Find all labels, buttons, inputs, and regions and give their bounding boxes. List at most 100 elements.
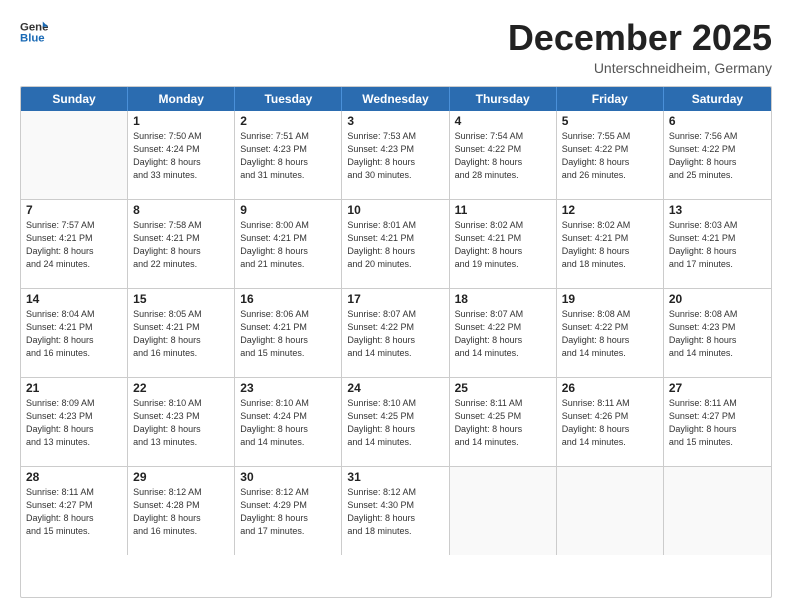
day-cell-28: 28 Sunrise: 8:11 AM Sunset: 4:27 PM Dayli… xyxy=(21,467,128,555)
day-number: 11 xyxy=(455,203,551,217)
day-cell-17: 17 Sunrise: 8:07 AM Sunset: 4:22 PM Dayli… xyxy=(342,289,449,377)
day-cell-20: 20 Sunrise: 8:08 AM Sunset: 4:23 PM Dayli… xyxy=(664,289,771,377)
logo: General Blue xyxy=(20,18,48,46)
day-number: 26 xyxy=(562,381,658,395)
calendar-week-5: 28 Sunrise: 8:11 AM Sunset: 4:27 PM Dayli… xyxy=(21,467,771,555)
day-cell-21: 21 Sunrise: 8:09 AM Sunset: 4:23 PM Dayli… xyxy=(21,378,128,466)
day-info: Sunrise: 7:55 AM Sunset: 4:22 PM Dayligh… xyxy=(562,130,658,182)
day-cell-11: 11 Sunrise: 8:02 AM Sunset: 4:21 PM Dayli… xyxy=(450,200,557,288)
header-day-monday: Monday xyxy=(128,87,235,111)
day-cell-19: 19Sunrise: 8:08 AM Sunset: 4:22 PM Dayli… xyxy=(557,289,664,377)
day-cell-26: 26Sunrise: 8:11 AM Sunset: 4:26 PM Dayli… xyxy=(557,378,664,466)
header-day-thursday: Thursday xyxy=(450,87,557,111)
day-cell-5: 5 Sunrise: 7:55 AM Sunset: 4:22 PM Daylig… xyxy=(557,111,664,199)
header-day-wednesday: Wednesday xyxy=(342,87,449,111)
day-cell-empty xyxy=(450,467,557,555)
day-cell-8: 8 Sunrise: 7:58 AM Sunset: 4:21 PM Daylig… xyxy=(128,200,235,288)
day-number: 7 xyxy=(26,203,122,217)
header-day-saturday: Saturday xyxy=(664,87,771,111)
day-cell-27: 27 Sunrise: 8:11 AM Sunset: 4:27 PM Dayli… xyxy=(664,378,771,466)
day-number: 20 xyxy=(669,292,766,306)
day-info: Sunrise: 8:08 AM Sunset: 4:23 PM Dayligh… xyxy=(669,308,766,360)
day-info: Sunrise: 8:09 AM Sunset: 4:23 PM Dayligh… xyxy=(26,397,122,449)
day-info: Sunrise: 8:11 AM Sunset: 4:25 PM Dayligh… xyxy=(455,397,551,449)
day-cell-13: 13 Sunrise: 8:03 AM Sunset: 4:21 PM Dayli… xyxy=(664,200,771,288)
day-info: Sunrise: 8:06 AM Sunset: 4:21 PM Dayligh… xyxy=(240,308,336,360)
day-cell-2: 2Sunrise: 7:51 AM Sunset: 4:23 PM Daylig… xyxy=(235,111,342,199)
day-cell-24: 24 Sunrise: 8:10 AM Sunset: 4:25 PM Dayli… xyxy=(342,378,449,466)
day-info: Sunrise: 8:02 AM Sunset: 4:21 PM Dayligh… xyxy=(455,219,551,271)
calendar-week-1: 1 Sunrise: 7:50 AM Sunset: 4:24 PM Daylig… xyxy=(21,111,771,200)
day-cell-empty xyxy=(664,467,771,555)
page: General Blue December 2025 Unterschneidh… xyxy=(0,0,792,612)
day-cell-1: 1 Sunrise: 7:50 AM Sunset: 4:24 PM Daylig… xyxy=(128,111,235,199)
day-cell-6: 6Sunrise: 7:56 AM Sunset: 4:22 PM Daylig… xyxy=(664,111,771,199)
day-cell-23: 23 Sunrise: 8:10 AM Sunset: 4:24 PM Dayli… xyxy=(235,378,342,466)
day-info: Sunrise: 8:00 AM Sunset: 4:21 PM Dayligh… xyxy=(240,219,336,271)
calendar: SundayMondayTuesdayWednesdayThursdayFrid… xyxy=(20,86,772,598)
day-number: 8 xyxy=(133,203,229,217)
day-number: 23 xyxy=(240,381,336,395)
day-number: 28 xyxy=(26,470,122,484)
calendar-body: 1 Sunrise: 7:50 AM Sunset: 4:24 PM Daylig… xyxy=(21,111,771,555)
day-number: 9 xyxy=(240,203,336,217)
day-info: Sunrise: 8:04 AM Sunset: 4:21 PM Dayligh… xyxy=(26,308,122,360)
day-info: Sunrise: 7:50 AM Sunset: 4:24 PM Dayligh… xyxy=(133,130,229,182)
title-block: December 2025 Unterschneidheim, Germany xyxy=(508,18,772,76)
day-info: Sunrise: 8:03 AM Sunset: 4:21 PM Dayligh… xyxy=(669,219,766,271)
calendar-week-2: 7 Sunrise: 7:57 AM Sunset: 4:21 PM Daylig… xyxy=(21,200,771,289)
day-cell-30: 30 Sunrise: 8:12 AM Sunset: 4:29 PM Dayli… xyxy=(235,467,342,555)
day-number: 3 xyxy=(347,114,443,128)
day-cell-29: 29Sunrise: 8:12 AM Sunset: 4:28 PM Dayli… xyxy=(128,467,235,555)
day-cell-16: 16 Sunrise: 8:06 AM Sunset: 4:21 PM Dayli… xyxy=(235,289,342,377)
day-number: 18 xyxy=(455,292,551,306)
day-number: 17 xyxy=(347,292,443,306)
day-info: Sunrise: 8:07 AM Sunset: 4:22 PM Dayligh… xyxy=(455,308,551,360)
day-info: Sunrise: 8:10 AM Sunset: 4:24 PM Dayligh… xyxy=(240,397,336,449)
location-subtitle: Unterschneidheim, Germany xyxy=(508,60,772,76)
day-info: Sunrise: 8:11 AM Sunset: 4:27 PM Dayligh… xyxy=(26,486,122,538)
day-info: Sunrise: 8:12 AM Sunset: 4:28 PM Dayligh… xyxy=(133,486,229,538)
day-info: Sunrise: 8:01 AM Sunset: 4:21 PM Dayligh… xyxy=(347,219,443,271)
header-day-tuesday: Tuesday xyxy=(235,87,342,111)
day-cell-15: 15Sunrise: 8:05 AM Sunset: 4:21 PM Dayli… xyxy=(128,289,235,377)
day-number: 31 xyxy=(347,470,443,484)
month-title: December 2025 xyxy=(508,18,772,58)
day-number: 4 xyxy=(455,114,551,128)
day-cell-empty xyxy=(21,111,128,199)
day-cell-7: 7 Sunrise: 7:57 AM Sunset: 4:21 PM Daylig… xyxy=(21,200,128,288)
day-number: 16 xyxy=(240,292,336,306)
day-info: Sunrise: 8:08 AM Sunset: 4:22 PM Dayligh… xyxy=(562,308,658,360)
day-number: 27 xyxy=(669,381,766,395)
day-cell-3: 3Sunrise: 7:53 AM Sunset: 4:23 PM Daylig… xyxy=(342,111,449,199)
day-cell-22: 22 Sunrise: 8:10 AM Sunset: 4:23 PM Dayli… xyxy=(128,378,235,466)
day-cell-25: 25Sunrise: 8:11 AM Sunset: 4:25 PM Dayli… xyxy=(450,378,557,466)
day-cell-18: 18 Sunrise: 8:07 AM Sunset: 4:22 PM Dayli… xyxy=(450,289,557,377)
day-number: 1 xyxy=(133,114,229,128)
day-number: 5 xyxy=(562,114,658,128)
logo-icon: General Blue xyxy=(20,18,48,46)
day-cell-4: 4Sunrise: 7:54 AM Sunset: 4:22 PM Daylig… xyxy=(450,111,557,199)
day-number: 14 xyxy=(26,292,122,306)
day-cell-empty xyxy=(557,467,664,555)
day-number: 21 xyxy=(26,381,122,395)
day-number: 24 xyxy=(347,381,443,395)
day-info: Sunrise: 8:11 AM Sunset: 4:27 PM Dayligh… xyxy=(669,397,766,449)
day-info: Sunrise: 8:10 AM Sunset: 4:23 PM Dayligh… xyxy=(133,397,229,449)
day-info: Sunrise: 7:57 AM Sunset: 4:21 PM Dayligh… xyxy=(26,219,122,271)
day-info: Sunrise: 7:56 AM Sunset: 4:22 PM Dayligh… xyxy=(669,130,766,182)
day-cell-31: 31Sunrise: 8:12 AM Sunset: 4:30 PM Dayli… xyxy=(342,467,449,555)
day-info: Sunrise: 8:10 AM Sunset: 4:25 PM Dayligh… xyxy=(347,397,443,449)
day-number: 2 xyxy=(240,114,336,128)
day-number: 30 xyxy=(240,470,336,484)
day-info: Sunrise: 8:07 AM Sunset: 4:22 PM Dayligh… xyxy=(347,308,443,360)
day-info: Sunrise: 8:05 AM Sunset: 4:21 PM Dayligh… xyxy=(133,308,229,360)
day-number: 22 xyxy=(133,381,229,395)
day-number: 13 xyxy=(669,203,766,217)
day-cell-14: 14 Sunrise: 8:04 AM Sunset: 4:21 PM Dayli… xyxy=(21,289,128,377)
header-day-friday: Friday xyxy=(557,87,664,111)
day-info: Sunrise: 7:58 AM Sunset: 4:21 PM Dayligh… xyxy=(133,219,229,271)
day-info: Sunrise: 8:12 AM Sunset: 4:29 PM Dayligh… xyxy=(240,486,336,538)
day-number: 10 xyxy=(347,203,443,217)
header: General Blue December 2025 Unterschneidh… xyxy=(20,18,772,76)
